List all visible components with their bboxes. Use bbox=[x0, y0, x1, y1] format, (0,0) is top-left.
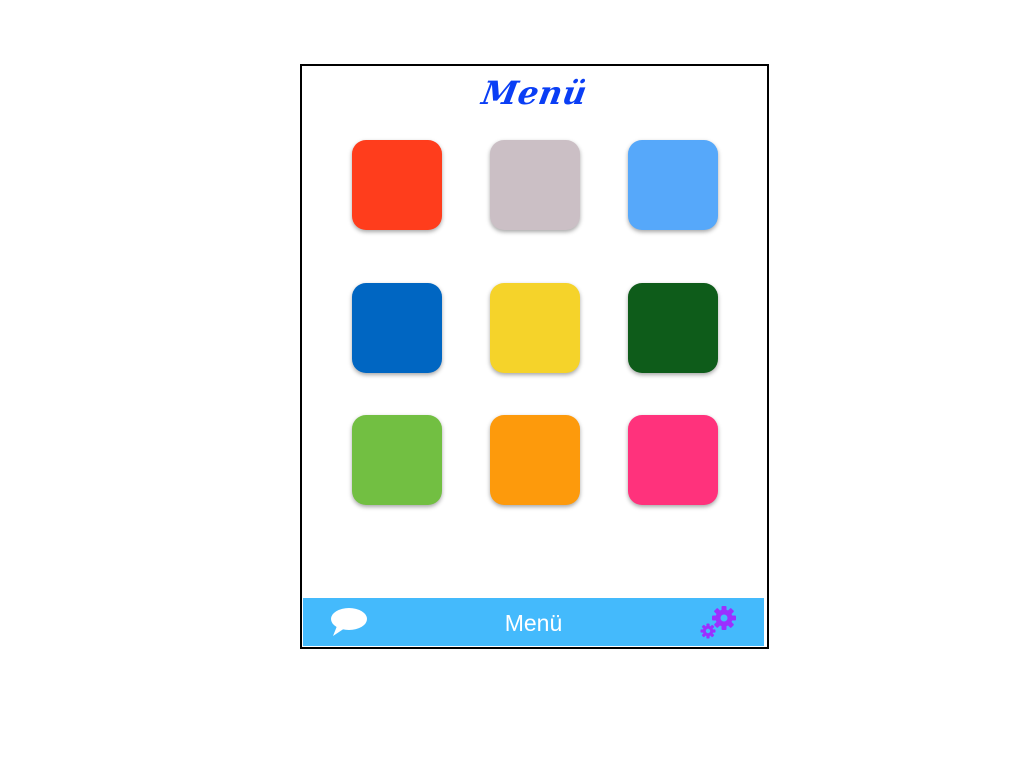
tile-green[interactable] bbox=[352, 415, 442, 505]
tab-bar: Menü bbox=[303, 598, 764, 646]
gear-icon[interactable] bbox=[699, 603, 739, 641]
tile-orange[interactable] bbox=[490, 415, 580, 505]
page-title: Menü bbox=[478, 74, 591, 112]
tile-pink[interactable] bbox=[628, 415, 718, 505]
tile-gray[interactable] bbox=[490, 140, 580, 230]
tile-yellow[interactable] bbox=[490, 283, 580, 373]
tile-light-blue[interactable] bbox=[628, 140, 718, 230]
tile-red[interactable] bbox=[352, 140, 442, 230]
tab-bar-title: Menü bbox=[504, 610, 563, 636]
tile-blue[interactable] bbox=[352, 283, 442, 373]
tile-dark-green[interactable] bbox=[628, 283, 718, 373]
app-frame: Menü Menü bbox=[300, 64, 769, 649]
